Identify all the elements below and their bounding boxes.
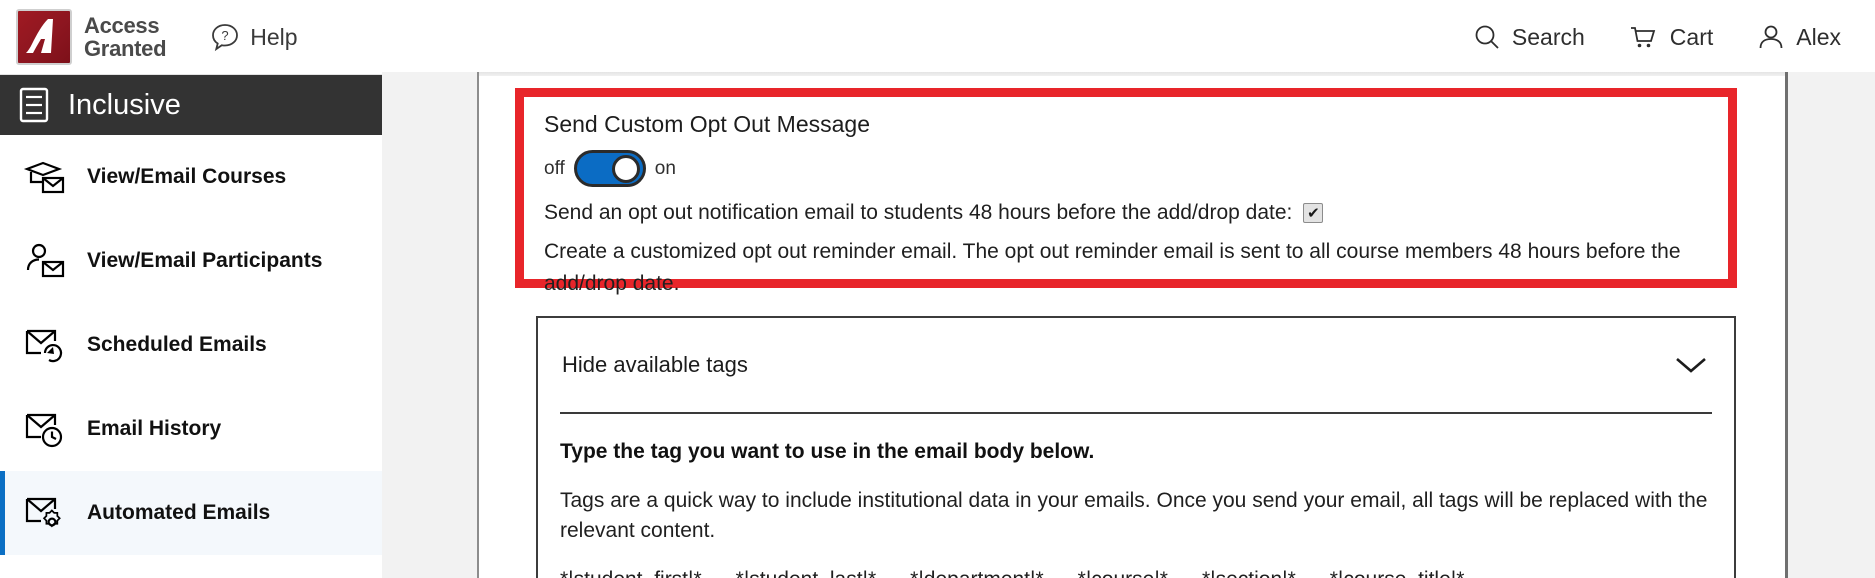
toggle-off-label: off	[544, 157, 565, 179]
chevron-down-icon[interactable]	[1674, 354, 1708, 376]
search-label: Search	[1511, 23, 1585, 50]
sidebar-title-label: Inclusive	[68, 88, 181, 121]
tags-description: Tags are a quick way to include institut…	[560, 489, 1708, 542]
top-header: Access Granted ? Help Search Cart Alex	[0, 0, 1875, 75]
sidebar-item-view-email-courses[interactable]: View/Email Courses	[0, 135, 382, 219]
svg-text:?: ?	[222, 28, 229, 43]
main-content: Send Custom Opt Out Message off on Send …	[479, 76, 1785, 578]
brand[interactable]: Access Granted	[16, 9, 167, 65]
tag-item[interactable]: *|section|*	[1202, 568, 1296, 578]
tag-item[interactable]: *|department|*	[910, 568, 1044, 578]
send-custom-opt-out-toggle[interactable]	[573, 150, 646, 187]
sidebar-item-email-history[interactable]: Email History	[0, 387, 382, 471]
search-button[interactable]: Search	[1473, 23, 1585, 51]
notification-label: Send an opt out notification email to st…	[544, 201, 1293, 224]
sidebar-item-label: View/Email Courses	[87, 165, 287, 188]
sidebar-item-scheduled-emails[interactable]: Scheduled Emails	[0, 303, 382, 387]
header-actions: Search Cart Alex	[1473, 23, 1841, 51]
sidebar-item-label: Scheduled Emails	[87, 333, 267, 356]
user-label: Alex	[1796, 23, 1841, 50]
app-window: Access Granted ? Help Search Cart Alex I…	[0, 0, 1875, 578]
tag-item[interactable]: *|course|*	[1078, 568, 1168, 578]
notification-checkbox[interactable]: ✔	[1303, 202, 1324, 223]
toggle-knob	[611, 155, 640, 183]
right-divider	[1785, 72, 1788, 578]
sidebar-item-automated-emails[interactable]: Automated Emails	[0, 471, 382, 555]
tags-header-label: Hide available tags	[562, 352, 748, 377]
sidebar-item-view-email-participants[interactable]: View/Email Participants	[0, 219, 382, 303]
help-bubble-icon: ?	[210, 22, 240, 52]
toggle-on-label: on	[654, 157, 676, 179]
sidebar-item-label: Email History	[87, 417, 222, 440]
sidebar-title-bar: Inclusive	[0, 75, 382, 135]
tag-list: *|student_first|* *|student_last|* *|dep…	[560, 568, 1712, 578]
tag-item[interactable]: *|student_first|*	[560, 568, 702, 578]
search-icon	[1473, 23, 1501, 51]
opt-out-description: Create a customized opt out reminder ema…	[544, 240, 1681, 295]
brand-line-1: Access	[84, 13, 160, 38]
brand-line-2: Granted	[84, 36, 167, 61]
opt-out-toggle-row: off on	[544, 150, 1708, 187]
alabama-logo-icon	[16, 9, 72, 65]
tags-lead-text: Type the tag you want to use in the emai…	[560, 440, 1095, 463]
panel-title: Send Custom Opt Out Message	[544, 111, 870, 137]
help-button[interactable]: ? Help	[210, 22, 298, 52]
mail-refresh-icon	[23, 323, 67, 367]
cart-button[interactable]: Cart	[1629, 23, 1713, 51]
user-avatar-icon	[1757, 23, 1785, 51]
notification-row: Send an opt out notification email to st…	[544, 197, 1708, 228]
tag-item[interactable]: *|course_title|*	[1330, 568, 1465, 578]
sidebar-gutter	[382, 72, 477, 578]
graduation-mail-icon	[23, 155, 67, 199]
user-menu[interactable]: Alex	[1757, 23, 1841, 51]
cart-icon	[1629, 23, 1659, 51]
mail-gear-icon	[23, 491, 67, 535]
cart-label: Cart	[1669, 23, 1714, 50]
available-tags-card: Hide available tags Type the tag you wan…	[536, 316, 1736, 578]
sidebar: Inclusive View/Email Courses View/Email …	[0, 75, 382, 578]
mail-clock-icon	[23, 407, 67, 451]
brand-text: Access Granted	[84, 13, 167, 61]
opt-out-panel: Send Custom Opt Out Message off on Send …	[515, 88, 1737, 295]
sidebar-item-label: Automated Emails	[87, 501, 271, 524]
tags-toggle-header[interactable]: Hide available tags	[538, 318, 1734, 412]
person-mail-icon	[23, 239, 67, 283]
help-label: Help	[250, 23, 298, 50]
tag-item[interactable]: *|student_last|*	[736, 568, 877, 578]
sidebar-item-label: View/Email Participants	[87, 249, 323, 272]
right-gutter	[1788, 72, 1875, 578]
menu-list-icon	[18, 87, 50, 123]
